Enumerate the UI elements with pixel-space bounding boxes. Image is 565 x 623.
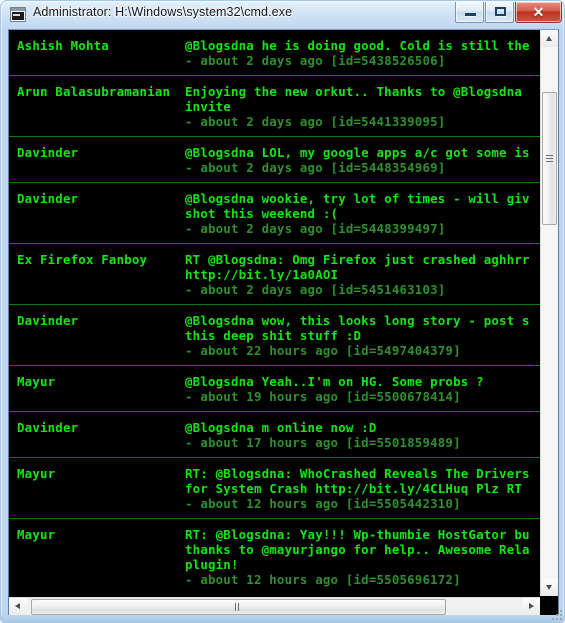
tweet-body: @Blogsdna Yeah..I'm on HG. Some probs ? -… [185, 374, 540, 404]
tweet-author: Davinder [17, 145, 79, 160]
table-row: Mayur RT: @Blogsdna: Yay!!! Wp-thumbie Ho… [9, 519, 540, 595]
maximize-icon [495, 7, 506, 16]
tweet-timestamp: - about 12 hours ago [id=5505442310] [185, 496, 461, 511]
row-content: Mayur RT: @Blogsdna: WhoCrashed Reveals T… [9, 458, 540, 518]
chevron-left-icon [15, 603, 20, 609]
tweet-text-line: for System Crash http://bit.ly/4CLHuq Pl… [185, 481, 523, 496]
table-row: Mayur @Blogsdna Yeah..I'm on HG. Some pro… [9, 366, 540, 412]
row-content: Davinder @Blogsdna wookie, try lot of tim… [9, 183, 540, 243]
tweet-body: @Blogsdna wookie, try lot of times - wil… [185, 191, 540, 236]
table-row: Davinder @Blogsdna m online now :D - about… [9, 412, 540, 458]
window-title: Administrator: H:\Windows\system32\cmd.e… [33, 5, 293, 19]
tweet-text-line: @Blogsdna wow, this looks long story - p… [185, 313, 530, 328]
table-row: Arun Balasubramanian Enjoying the new ork… [9, 76, 540, 137]
row-content: Ashish Mohta @Blogsdna he is doing good. … [9, 30, 540, 75]
tweet-author: Mayur [17, 374, 56, 389]
scroll-right-button[interactable] [522, 598, 540, 616]
tweet-body: @Blogsdna m online now :D - about 17 hour… [185, 420, 540, 450]
table-row: Davinder @Blogsdna wookie, try lot of tim… [9, 183, 540, 244]
tweet-row-list: Ashish Mohta @Blogsdna he is doing good. … [9, 30, 540, 595]
tweet-timestamp: - about 19 hours ago [id=5500678414] [185, 389, 461, 404]
minimize-button[interactable] [455, 2, 484, 23]
tweet-text-line: shot this weekend :( [185, 206, 339, 221]
tweet-body: RT @Blogsdna: Omg Firefox just crashed a… [185, 252, 540, 297]
tweet-text-line: plugin! [185, 557, 239, 572]
cmd-window: Administrator: H:\Windows\system32\cmd.e… [0, 0, 565, 623]
tweet-text-line: invite [185, 99, 231, 114]
tweet-timestamp: - about 17 hours ago [id=5501859489] [185, 435, 461, 450]
scroll-down-button[interactable] [541, 579, 558, 596]
table-row: Mayur RT: @Blogsdna: WhoCrashed Reveals T… [9, 458, 540, 519]
row-content: Mayur RT: @Blogsdna: Yay!!! Wp-thumbie Ho… [9, 519, 540, 595]
resize-grip[interactable] [548, 606, 562, 620]
tweet-text-line: http://bit.ly/1a0AOI [185, 267, 339, 282]
chevron-up-icon [546, 36, 552, 41]
minimize-icon [465, 13, 476, 16]
grip-icon [546, 154, 553, 163]
grip-icon [234, 603, 243, 611]
tweet-timestamp: - about 22 hours ago [id=5497404379] [185, 343, 461, 358]
row-content: Ex Firefox Fanboy RT @Blogsdna: Omg Firef… [9, 244, 540, 304]
chevron-right-icon [529, 603, 534, 609]
tweet-author: Ex Firefox Fanboy [17, 252, 148, 267]
tweet-text-line: RT: @Blogsdna: Yay!!! Wp-thumbie HostGat… [185, 527, 530, 542]
tweet-author: Mayur [17, 527, 56, 542]
row-content: Mayur @Blogsdna Yeah..I'm on HG. Some pro… [9, 366, 540, 411]
console-client-area: Ashish Mohta @Blogsdna he is doing good. … [8, 29, 559, 617]
scroll-left-button[interactable] [9, 598, 27, 616]
tweet-timestamp: - about 2 days ago [id=5448354969] [185, 160, 446, 175]
tweet-timestamp: - about 2 days ago [id=5441339095] [185, 114, 446, 129]
tweet-author: Arun Balasubramanian [17, 84, 171, 99]
tweet-text-line: @Blogsdna LOL, my google apps a/c got so… [185, 145, 530, 160]
tweet-author: Ashish Mohta [17, 38, 109, 53]
caption-button-group: ✕ [455, 2, 562, 23]
tweet-text-line: RT: @Blogsdna: WhoCrashed Reveals The Dr… [185, 466, 530, 481]
tweet-author: Davinder [17, 313, 79, 328]
row-content: Davinder @Blogsdna wow, this looks long s… [9, 305, 540, 365]
tweet-text-line: @Blogsdna Yeah..I'm on HG. Some probs ? [185, 374, 484, 389]
row-content: Davinder @Blogsdna LOL, my google apps a/… [9, 137, 540, 182]
table-row: Davinder @Blogsdna wow, this looks long s… [9, 305, 540, 366]
close-icon: ✕ [532, 4, 545, 20]
horizontal-scroll-thumb[interactable] [31, 599, 446, 615]
tweet-text-line: Enjoying the new orkut.. Thanks to @Blog… [185, 84, 523, 99]
tweet-text-line: thanks to @mayurjango for help.. Awesome… [185, 542, 530, 557]
tweet-author: Mayur [17, 466, 56, 481]
tweet-text-line: this deep shit stuff :D [185, 328, 362, 343]
tweet-body: @Blogsdna wow, this looks long story - p… [185, 313, 540, 358]
scroll-up-button[interactable] [541, 30, 558, 47]
vertical-scrollbar[interactable] [540, 30, 558, 596]
tweet-timestamp: - about 2 days ago [id=5438526506] [185, 53, 446, 68]
tweet-body: RT: @Blogsdna: Yay!!! Wp-thumbie HostGat… [185, 527, 540, 587]
tweet-text-line: RT @Blogsdna: Omg Firefox just crashed a… [185, 252, 530, 267]
vertical-scroll-thumb[interactable] [542, 92, 557, 225]
tweet-body: @Blogsdna LOL, my google apps a/c got so… [185, 145, 540, 175]
tweet-timestamp: - about 2 days ago [id=5448399497] [185, 221, 446, 236]
table-row: Ashish Mohta @Blogsdna he is doing good. … [9, 30, 540, 76]
tweet-text-line: @Blogsdna m online now :D [185, 420, 377, 435]
tweet-text-line: @Blogsdna wookie, try lot of times - wil… [185, 191, 530, 206]
tweet-body: Enjoying the new orkut.. Thanks to @Blog… [185, 84, 540, 129]
tweet-timestamp: - about 2 days ago [id=5451463103] [185, 282, 446, 297]
tweet-text-line: @Blogsdna he is doing good. Cold is stil… [185, 38, 530, 53]
table-row: Ex Firefox Fanboy RT @Blogsdna: Omg Firef… [9, 244, 540, 305]
tweet-body: RT: @Blogsdna: WhoCrashed Reveals The Dr… [185, 466, 540, 511]
row-content: Davinder @Blogsdna m online now :D - about… [9, 412, 540, 457]
maximize-button[interactable] [485, 2, 514, 23]
horizontal-scrollbar[interactable] [9, 597, 540, 616]
chevron-down-icon [546, 585, 552, 590]
close-button[interactable]: ✕ [515, 2, 562, 23]
tweet-author: Davinder [17, 191, 79, 206]
tweet-body: @Blogsdna he is doing good. Cold is stil… [185, 38, 540, 68]
tweet-timestamp: - about 12 hours ago [id=5505696172] [185, 572, 461, 587]
console-output[interactable]: Ashish Mohta @Blogsdna he is doing good. … [9, 30, 540, 596]
window-bottom-border [1, 615, 564, 622]
row-content: Arun Balasubramanian Enjoying the new ork… [9, 76, 540, 136]
title-bar[interactable]: Administrator: H:\Windows\system32\cmd.e… [1, 1, 564, 29]
cmd-console-icon [10, 7, 26, 22]
table-row: Davinder @Blogsdna LOL, my google apps a/… [9, 137, 540, 183]
tweet-author: Davinder [17, 420, 79, 435]
